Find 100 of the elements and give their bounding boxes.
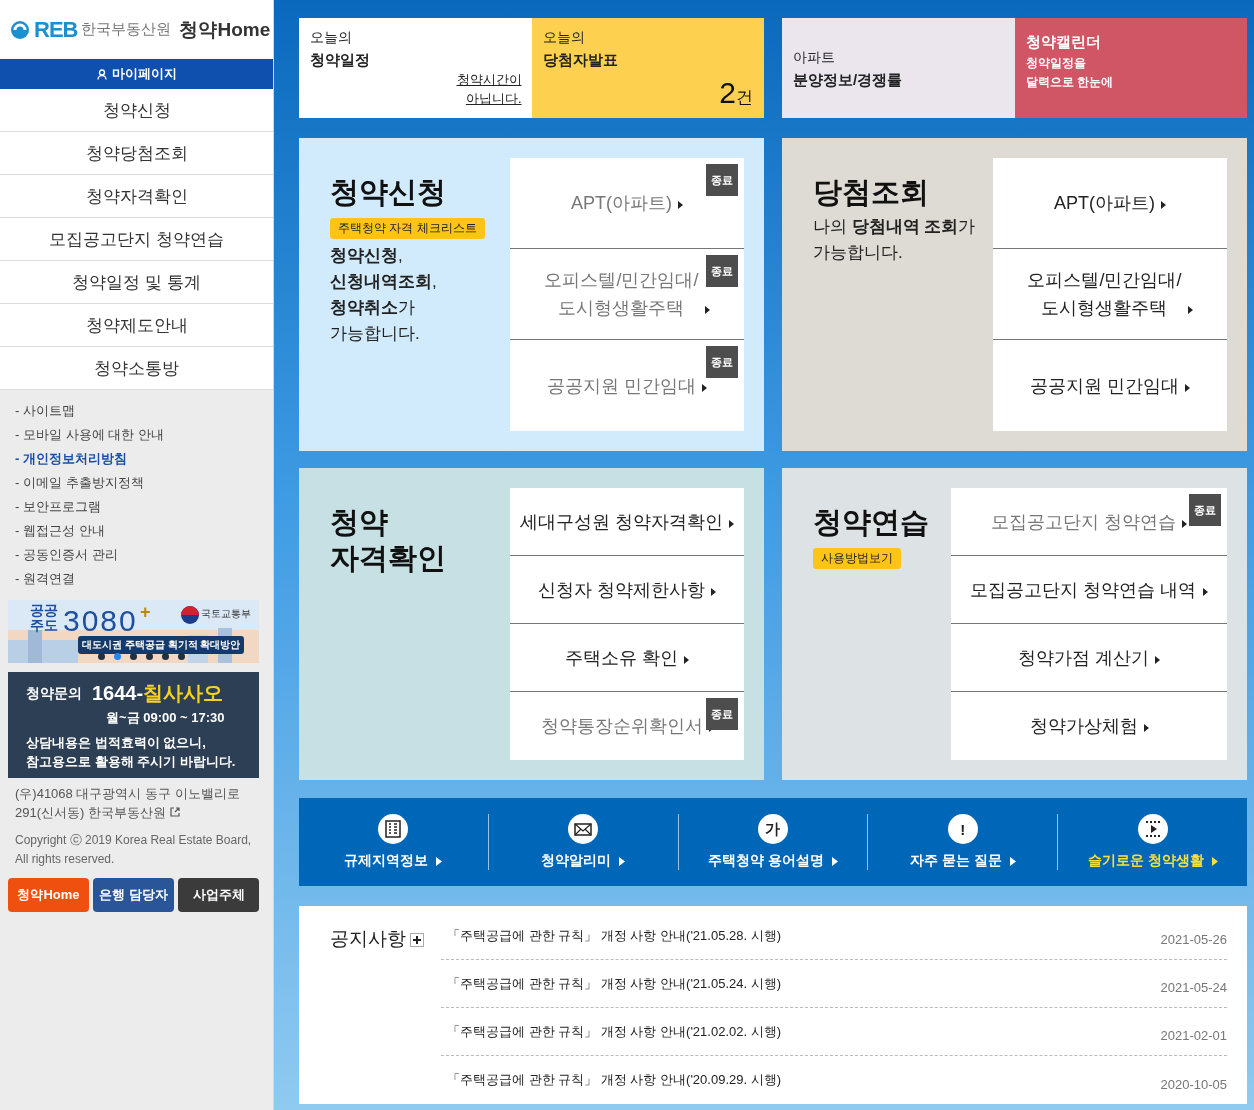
ended-badge: 종료 [706,255,738,287]
panel-description: 나의 당첨내역 조회가 가능합니다. [813,216,976,264]
summary-card[interactable]: 오늘의 당첨자발표 2건 [531,18,764,118]
building-icon [378,814,409,844]
mypage-button[interactable]: 마이페이지 [0,59,273,89]
quick-link[interactable]: 가 주택청약 용어설명 [677,814,868,870]
sidebar-menu-item[interactable]: 청약신청 [0,89,273,132]
carousel-dot[interactable] [146,653,153,660]
ended-badge: 종료 [706,698,738,730]
caret-icon [1187,306,1193,314]
caret-icon [831,856,838,866]
service-link[interactable]: 세대구성원 청약자격확인 [510,488,744,556]
service-link[interactable]: 모집공고단지 청약연습 내역 [951,556,1227,624]
sidebar-menu-item[interactable]: 청약당첨조회 [0,132,273,175]
notice-link[interactable]: 「주택공급에 관한 규칙」 개정 사항 안내('20.09.29. 시행) [441,1071,782,1089]
portal-button[interactable]: 청약Home [8,878,89,912]
ended-badge: 종료 [706,346,738,378]
footer-link[interactable]: - 보안프로그램 [15,495,273,519]
external-link-icon[interactable] [169,807,180,817]
caret-icon [711,587,716,596]
panel-title: 청약 자격확인 [330,505,446,576]
service-link[interactable]: 오피스텔/민간임대/ 도시형생활주택 [993,249,1227,340]
caret-icon [1143,724,1149,732]
notice-date: 2021-05-26 [1160,932,1227,947]
notice-date: 2021-02-01 [1160,1028,1227,1043]
service-link[interactable]: APT(아파트) [993,158,1227,249]
carousel-dot[interactable] [178,653,185,660]
service-link[interactable]: 모집공고단지 청약연습 종료 [951,488,1227,556]
service-link[interactable]: 청약통장순위확인서 종료 [510,692,744,760]
phone-number: 1644-칠사사오 [92,681,224,706]
quick-link[interactable]: 규제지역정보 [299,814,488,870]
quick-link[interactable]: 슬기로운 청약생활 [1057,814,1247,870]
caret-icon [436,856,443,866]
status-link[interactable]: 청약시간이 아닙니다. [456,70,522,108]
caret-icon [1161,201,1166,209]
card-label: 오늘의 [542,29,586,47]
notice-date: 2021-05-24 [1160,980,1227,995]
caret-icon [704,306,710,314]
quick-link[interactable]: 청약알리미 [487,814,678,870]
footer-link[interactable]: - 모바일 사용에 대한 안내 [15,423,273,447]
panel-tag-link[interactable]: 주택청약 자격 체크리스트 [330,218,485,239]
card-title: 당첨자발표 [542,51,619,70]
notice-link[interactable]: 「주택공급에 관한 규칙」 개정 사항 안내('21.02.02. 시행) [441,1022,782,1041]
caret-icon [684,655,689,664]
sidebar-menu-item[interactable]: 청약소통방 [0,347,273,390]
summary-card[interactable]: 오늘의 청약일정 청약시간이 아닙니다. [299,18,532,118]
notice-link[interactable]: 「주택공급에 관한 규칙」 개정 사항 안내('21.05.28. 시행) [441,926,782,945]
summary-card[interactable]: 청약캘린더 청약일정을 달력으로 한눈에 [1014,18,1247,118]
quick-link[interactable]: ! 자주 묻는 질문 [867,814,1058,870]
service-link[interactable]: 오피스텔/민간임대/ 도시형생활주택 종료 [510,249,744,340]
carousel-dot[interactable] [162,653,169,660]
portal-button[interactable]: 사업주체 [178,878,259,912]
caret-icon [702,383,707,392]
service-link[interactable]: 공공지원 민간임대 종료 [510,340,744,431]
card-label: 아파트 [793,49,836,67]
glyph-icon: 가 [758,814,788,844]
sidebar-menu-item[interactable]: 청약자격확인 [0,175,273,218]
caret-icon [1182,519,1187,528]
panel-tag-link[interactable]: 사용방법보기 [813,548,901,569]
banner-caption: 대도시권 주택공급 획기적 확대방안 [78,636,245,654]
footer-link[interactable]: - 웹접근성 안내 [15,519,273,543]
footer-link[interactable]: - 공동인증서 관리 [15,543,273,567]
portal-button[interactable]: 은행 담당자 [93,878,174,912]
sidebar-menu-item[interactable]: 청약제도안내 [0,304,273,347]
footer-link[interactable]: - 원격연결 [15,567,273,591]
service-link[interactable]: 공공지원 민간임대 [993,340,1227,431]
service-link[interactable]: 주택소유 확인 [510,624,744,692]
banner-headline: 공공 주도 [30,603,58,633]
carousel-dot[interactable] [98,653,105,660]
service-link[interactable]: 청약가상체험 [951,692,1227,760]
logo[interactable]: REB 한국부동산원 청약Home [0,0,273,59]
carousel-dot[interactable] [130,653,137,660]
footer-link[interactable]: - 사이트맵 [15,399,273,423]
mail-icon [568,814,599,844]
banner-plus: + [140,602,151,623]
more-icon[interactable] [410,933,424,947]
notice-date: 2020-10-05 [1160,1076,1227,1092]
caret-icon [729,519,734,528]
ended-badge: 종료 [706,164,738,196]
ended-badge: 종료 [1189,494,1221,526]
caret-icon [619,856,626,866]
notice-link[interactable]: 「주택공급에 관한 규칙」 개정 사항 안내('21.05.24. 시행) [441,974,782,993]
sidebar-menu-item[interactable]: 모집공고단지 청약연습 [0,218,273,261]
summary-card[interactable]: 아파트 분양정보/경쟁률 [782,18,1015,118]
notice-title: 공지사항 [330,927,406,951]
caret-icon [678,201,683,209]
footer-link[interactable]: - 이메일 추출방지정책 [15,471,273,495]
caret-icon [1211,856,1218,866]
sidebar-menu-item[interactable]: 청약일정 및 통계 [0,261,273,304]
service-link[interactable]: 청약가점 계산기 [951,624,1227,692]
caret-icon [1202,587,1208,596]
caret-icon [1185,383,1190,392]
carousel-dot[interactable] [114,653,121,660]
count-text: 2건 [719,76,753,110]
panel-title: 당첨조회 [813,175,929,210]
card-subtitle: 청약일정을 달력으로 한눈에 [1025,55,1114,91]
card-label: 오늘의 [310,29,353,47]
footer-link[interactable]: - 개인정보처리방침 [15,447,273,471]
service-link[interactable]: APT(아파트) 종료 [510,158,744,249]
service-link[interactable]: 신청자 청약제한사항 [510,556,744,624]
